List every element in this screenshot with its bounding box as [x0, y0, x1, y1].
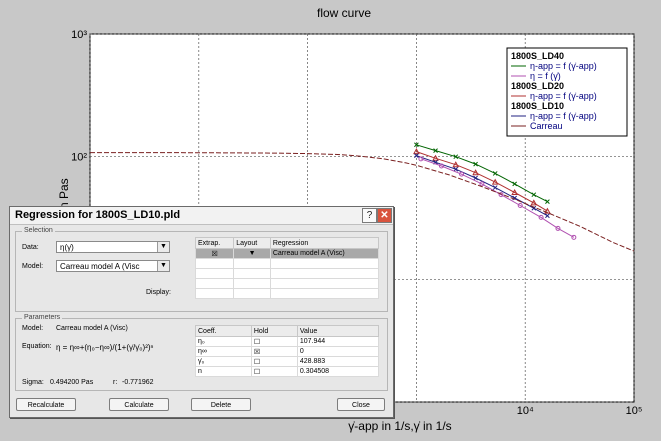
hold-checkbox[interactable]: ☐ — [250, 356, 298, 367]
data-select[interactable]: η(γ̇) ▼ — [56, 241, 170, 253]
dialog-title: Regression for 1800S_LD10.pld — [15, 209, 181, 221]
hold-checkbox[interactable]: ☒ — [250, 346, 298, 357]
coeff-name: γ̇₀ — [195, 356, 252, 367]
param-model-label: Model: — [22, 325, 44, 332]
parameters-group-label: Parameters — [22, 314, 63, 321]
chart-title: flow curve — [317, 6, 371, 20]
coefficients-table: Coeff. Hold Value η₀ ☐ 107.944 η∞ ☒ 0 γ̇… — [195, 325, 380, 377]
r-label: r: — [113, 379, 118, 386]
x-tick-label: 10⁵ — [626, 405, 643, 417]
col-value[interactable]: Value — [296, 325, 380, 337]
close-icon[interactable]: ✕ — [377, 208, 392, 223]
col-hold[interactable]: Hold — [250, 325, 298, 337]
sigma-label: Sigma: — [22, 379, 44, 386]
equation: η = η∞+(η₀−η∞)/(1+(γ̇/γ̇₀)²)ⁿ — [56, 343, 154, 352]
sigma-value: 0.494200 Pas — [50, 379, 94, 386]
legend-group-title-ld40: 1800S_LD40 — [511, 51, 564, 61]
extrap-checkbox[interactable]: ☒ — [194, 248, 235, 259]
legend-entry-ld20-app: η-app = f (γ̇-app) — [530, 91, 597, 101]
regression-dialog: Regression for 1800S_LD10.pld ? ✕ Select… — [9, 206, 394, 418]
legend: 1800S_LD40 η-app = f (γ̇-app) η = f (γ̇)… — [506, 47, 628, 137]
model-select[interactable]: Carreau model A (Visc ▼ — [56, 260, 170, 272]
delete-button[interactable]: Delete — [191, 398, 251, 411]
chevron-down-icon[interactable]: ▼ — [157, 261, 169, 271]
model-select-value: Carreau model A (Visc — [60, 262, 140, 271]
x-tick-label: 10⁴ — [517, 405, 534, 417]
hold-checkbox[interactable]: ☐ — [250, 336, 298, 347]
legend-entry-ld10-app: η-app = f (γ̇-app) — [530, 111, 597, 121]
table-row[interactable]: η∞ ☒ 0 — [195, 346, 380, 357]
selection-group-label: Selection — [22, 227, 55, 234]
data-select-value: η(γ̇) — [60, 243, 74, 252]
hold-checkbox[interactable]: ☐ — [250, 366, 298, 377]
help-button[interactable]: ? — [362, 208, 377, 223]
col-layout[interactable]: Layout — [233, 237, 271, 249]
table-row[interactable]: γ̇₀ ☐ 428.883 — [195, 356, 380, 367]
equation-label: Equation: — [22, 343, 52, 350]
calculate-button[interactable]: Calculate — [109, 398, 169, 411]
coeff-name: η∞ — [195, 346, 252, 357]
coeff-name: n — [195, 366, 252, 377]
r-value: -0.771962 — [122, 379, 154, 386]
table-row[interactable]: ☒ ▼ Carreau model A (Visc) — [194, 248, 380, 259]
col-coeff[interactable]: Coeff. — [195, 325, 252, 337]
recalculate-button[interactable]: Recalculate — [16, 398, 76, 411]
regression-table: Extrap. Layout Regression ☒ ▼ Carreau mo… — [194, 237, 380, 299]
model-label: Model: — [22, 263, 44, 270]
y-tick-label: 10³ — [71, 29, 87, 41]
legend-group-title-ld10: 1800S_LD10 — [511, 101, 564, 111]
dialog-titlebar[interactable]: Regression for 1800S_LD10.pld ? ✕ — [10, 207, 393, 225]
chevron-down-icon[interactable]: ▼ — [157, 242, 169, 252]
data-label: Data: — [22, 244, 39, 251]
table-row[interactable]: n ☐ 0.304508 — [195, 366, 380, 377]
legend-entry-ld40-app: η-app = f (γ̇-app) — [530, 61, 597, 71]
legend-group-title-ld20: 1800S_LD20 — [511, 81, 564, 91]
legend-entry-eta: η = f (γ̇) — [530, 71, 561, 81]
layout-dropdown[interactable]: ▼ — [233, 248, 271, 259]
coeff-value[interactable]: 0.304508 — [296, 366, 380, 377]
coeff-name: η₀ — [195, 336, 252, 347]
close-button[interactable]: Close — [337, 398, 385, 411]
legend-entry-carreau: Carreau — [530, 121, 563, 131]
coeff-value[interactable]: 0 — [296, 346, 380, 357]
coeff-value[interactable]: 428.883 — [296, 356, 380, 367]
col-extrap[interactable]: Extrap. — [194, 237, 235, 249]
table-row[interactable]: η₀ ☐ 107.944 — [195, 336, 380, 347]
y-tick-label: 10² — [71, 152, 87, 164]
regression-cell[interactable]: Carreau model A (Visc) — [269, 248, 380, 259]
x-axis-label: γ̇-app in 1/s,γ̇ in 1/s — [348, 419, 451, 433]
param-model-value: Carreau model A (Visc) — [56, 325, 128, 332]
col-regression[interactable]: Regression — [269, 237, 380, 249]
coeff-value[interactable]: 107.944 — [296, 336, 380, 347]
display-label: Display: — [146, 289, 171, 296]
